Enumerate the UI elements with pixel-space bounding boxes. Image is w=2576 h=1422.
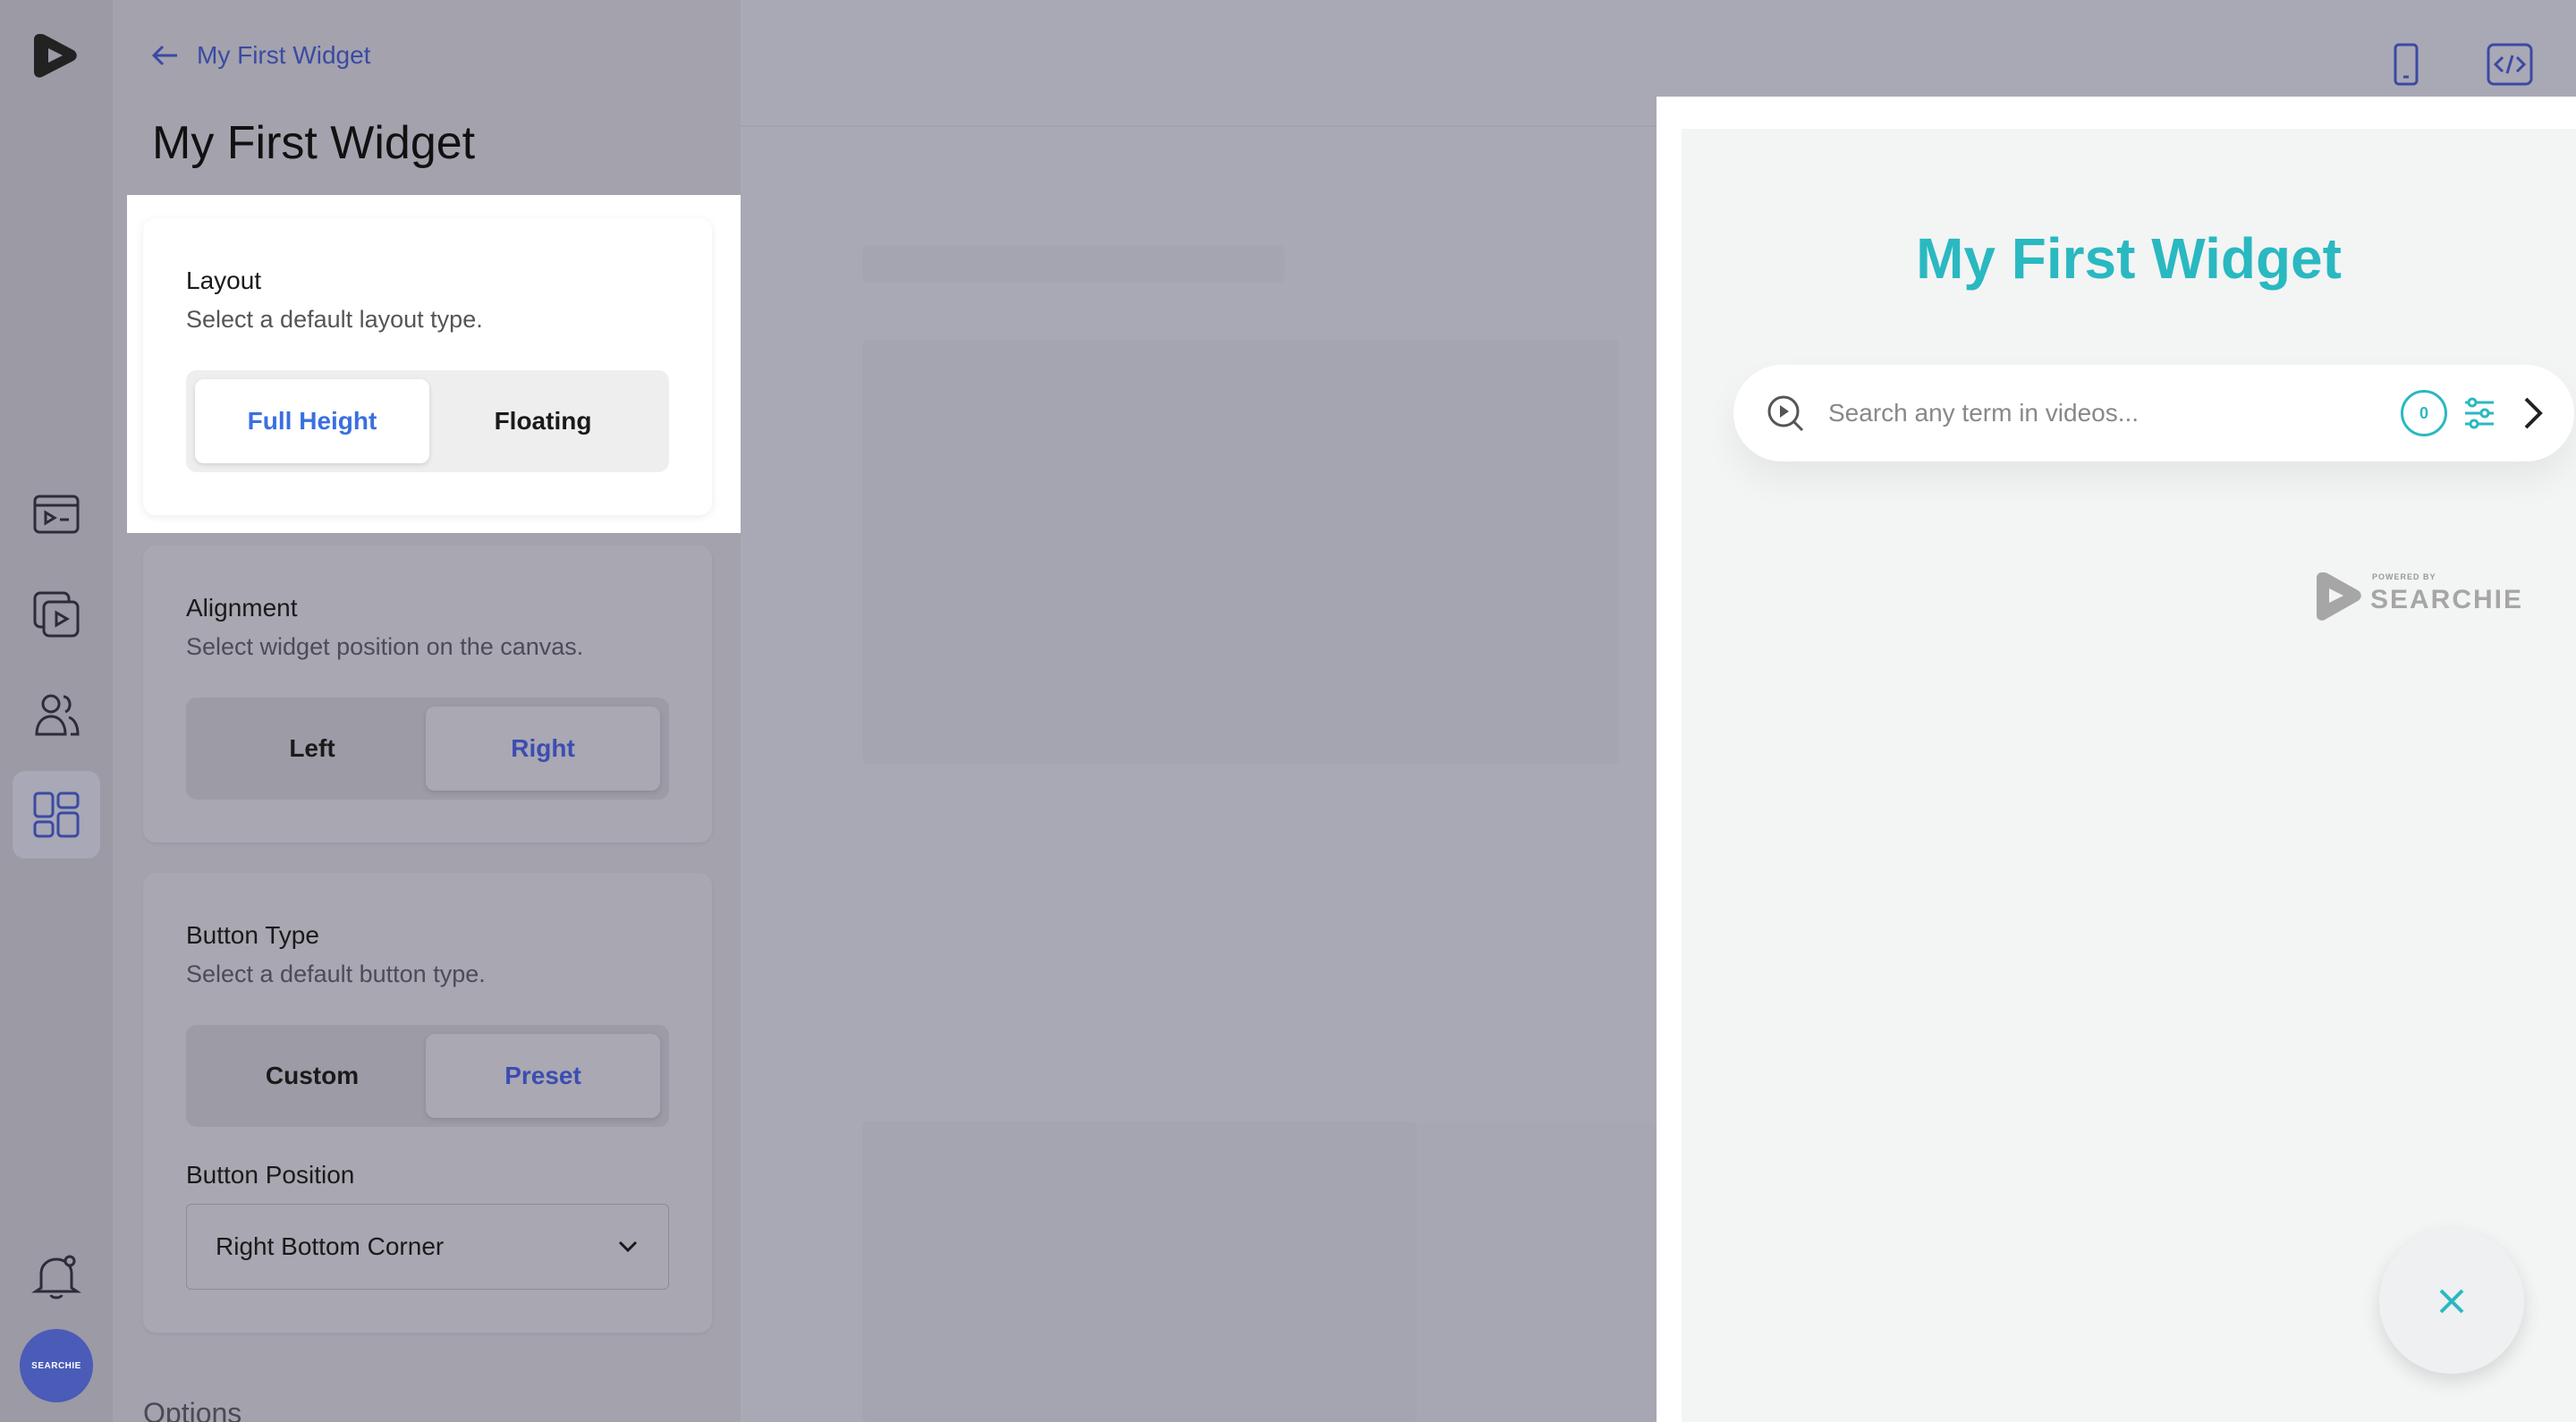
alignment-label: Alignment: [186, 594, 298, 622]
brand-name: SEARCHIE: [2370, 585, 2524, 614]
widget-title: My First Widget: [1916, 226, 2342, 291]
button-type-custom-option[interactable]: Custom: [195, 1034, 429, 1118]
chevron-down-icon: [618, 1240, 638, 1253]
video-player-icon: [33, 495, 80, 534]
canvas-topbar: [741, 0, 1657, 127]
button-type-description: Select a default button type.: [186, 961, 486, 987]
button-position-select[interactable]: Right Bottom Corner: [186, 1204, 669, 1290]
button-type-label: Button Type: [186, 921, 319, 949]
app-sidebar: SEARCHIE: [0, 0, 113, 1422]
arrow-left-icon: [151, 45, 177, 66]
placeholder-block: [862, 340, 1619, 764]
layout-floating-option[interactable]: Floating: [426, 379, 660, 463]
alignment-segmented-control: Left Right: [186, 698, 669, 800]
button-type-preset-option[interactable]: Preset: [426, 1034, 660, 1118]
powered-by-text: POWERED BY: [2372, 572, 2436, 581]
embed-code-icon[interactable]: [2483, 39, 2537, 89]
video-library-icon: [33, 591, 80, 638]
page-title: My First Widget: [152, 117, 476, 169]
layout-full-height-option[interactable]: Full Height: [195, 379, 429, 463]
back-link[interactable]: My First Widget: [148, 39, 370, 72]
button-type-segmented-control: Custom Preset: [186, 1025, 669, 1127]
alignment-right-option[interactable]: Right: [426, 707, 660, 791]
layout-segmented-control: Full Height Floating: [186, 370, 669, 472]
close-icon: [2439, 1289, 2464, 1314]
nav-video-player[interactable]: [13, 470, 100, 558]
placeholder-block: [862, 1122, 1417, 1422]
widget-preview: My First Widget 0 POWERED BY: [1657, 97, 2576, 1422]
button-position-value: Right Bottom Corner: [216, 1232, 445, 1260]
alignment-left-option[interactable]: Left: [195, 707, 429, 791]
placeholder-block: [1417, 1122, 1657, 1422]
video-search-icon: [1767, 395, 1804, 432]
avatar[interactable]: SEARCHIE: [20, 1329, 93, 1402]
avatar-text: SEARCHIE: [31, 1360, 81, 1371]
app-logo-icon[interactable]: [27, 27, 84, 84]
filters-icon[interactable]: [2462, 395, 2497, 431]
layout-description: Select a default layout type.: [186, 306, 483, 333]
chevron-right-icon[interactable]: [2513, 394, 2553, 433]
nav-video-library[interactable]: [13, 571, 100, 658]
close-widget-button[interactable]: [2379, 1229, 2524, 1374]
preview-canvas: [741, 0, 1657, 1422]
widget-body: My First Widget 0 POWERED BY: [1682, 129, 2576, 1422]
alignment-card: Alignment Select widget position on the …: [143, 546, 712, 842]
mobile-preview-icon[interactable]: [2381, 39, 2431, 89]
button-type-card: Button Type Select a default button type…: [143, 873, 712, 1333]
button-position-label: Button Position: [186, 1161, 355, 1189]
widgets-icon: [33, 791, 80, 838]
back-link-label: My First Widget: [197, 41, 371, 69]
alignment-description: Select widget position on the canvas.: [186, 633, 584, 660]
layout-highlight: Layout Select a default layout type. Ful…: [127, 195, 744, 533]
layout-card: Layout Select a default layout type. Ful…: [143, 218, 712, 515]
options-heading: Options: [143, 1397, 242, 1422]
nav-widgets[interactable]: [13, 771, 100, 859]
placeholder-line: [862, 245, 1284, 283]
bell-icon[interactable]: [29, 1248, 84, 1304]
powered-by-logo: POWERED BY SEARCHIE: [2313, 569, 2528, 626]
result-count-badge: 0: [2401, 390, 2447, 436]
searchie-logo-icon: [2317, 572, 2361, 621]
layout-label: Layout: [186, 267, 262, 294]
users-icon: [35, 694, 80, 736]
widget-search-bar: 0: [1733, 365, 2574, 461]
nav-users[interactable]: [13, 671, 100, 758]
widget-search-input[interactable]: [1828, 390, 2383, 436]
